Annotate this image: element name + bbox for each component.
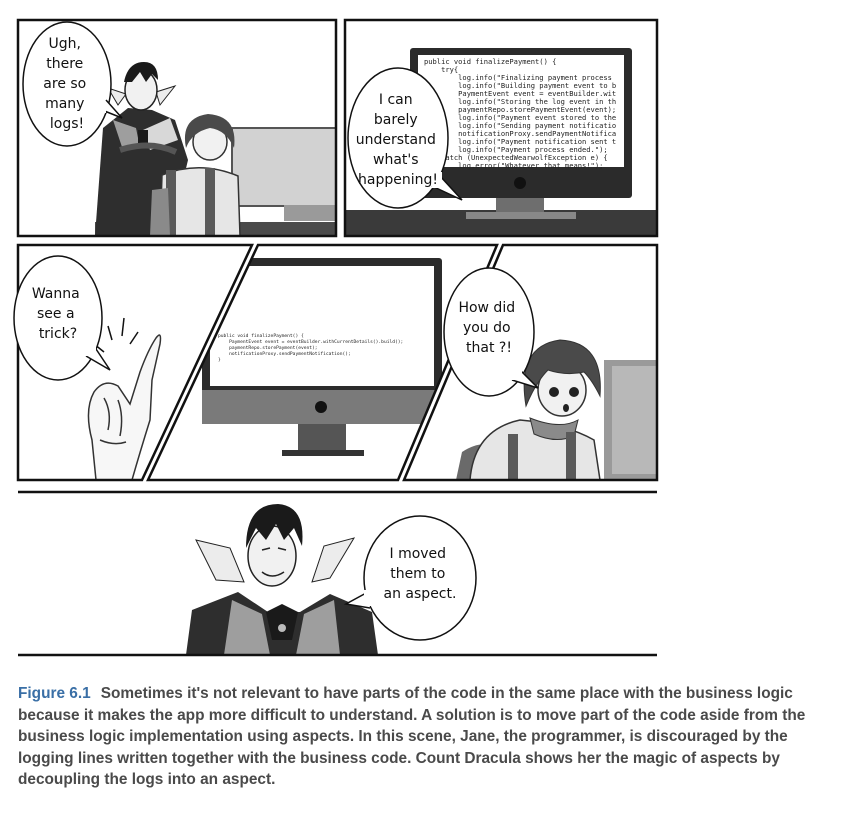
comic-strip: Ugh, there are so many logs! public void… (13, 18, 659, 657)
bubble-5-text: How did you do that ?! (458, 300, 519, 356)
bubble-6-text: I moved them to an aspect. (384, 546, 457, 602)
figure-number: Figure 6.1 (18, 685, 91, 702)
bubble-1-line: Ugh, (49, 36, 81, 52)
panel-1: Ugh, there are so many logs! (16, 18, 338, 238)
code-line: log.error("Whatever that means!"); (424, 161, 603, 170)
figure-caption: Figure 6.1 Sometimes it's not relevant to… (18, 683, 833, 791)
bubble-6-line: I moved (389, 546, 446, 562)
code-line: public void finalizePayment() { (218, 333, 304, 339)
monitor-screen (210, 266, 434, 386)
bubble-2-line: understand (356, 132, 436, 148)
dracula-head (247, 525, 297, 587)
bubble-1-text: Ugh, there are so many logs! (43, 36, 90, 132)
bubble-1-line: are so (43, 76, 86, 92)
bubble-3-text: Wanna see a trick? (32, 286, 84, 342)
code-line: notificationProxy.sendPaymentNotificatio… (218, 351, 351, 357)
bubble-1-line: there (46, 56, 83, 72)
bubble-5-line: that ?! (466, 340, 512, 356)
code-line: } (218, 357, 221, 363)
bubble-2-line: happening! (358, 172, 438, 188)
bubble-2-line: barely (374, 112, 418, 128)
panel-6: I moved them to an aspect. (18, 490, 657, 657)
bubble-2-line: I can (379, 92, 413, 108)
bubble-6-line: an aspect. (384, 586, 457, 602)
code-line: paymentRepo.storePayment(event); (218, 345, 318, 351)
monitor-button (315, 401, 327, 413)
monitor-button (514, 177, 526, 189)
bubble-3-line: trick? (39, 326, 77, 342)
bubble-1-line: logs! (50, 116, 84, 132)
bubble-2-line: what's (373, 152, 419, 168)
bubble-5-line: How did (458, 300, 515, 316)
bubble-5-line: you do (463, 320, 511, 336)
bubble-3-line: Wanna (32, 286, 80, 302)
monitor (231, 127, 336, 207)
speech-bubble-5: How did you do that ?! (443, 267, 539, 397)
bubble-3-line: see a (37, 306, 75, 322)
bubble-6-line: them to (390, 566, 445, 582)
caption-text: Sometimes it's not relevant to have part… (18, 685, 806, 788)
speech-bubble-3: Wanna see a trick? (13, 255, 111, 381)
bubble-1-line: many (45, 96, 84, 112)
dracula-figure (186, 504, 378, 655)
code-line: PaymentEvent event = eventBuilder.withCu… (218, 339, 403, 345)
